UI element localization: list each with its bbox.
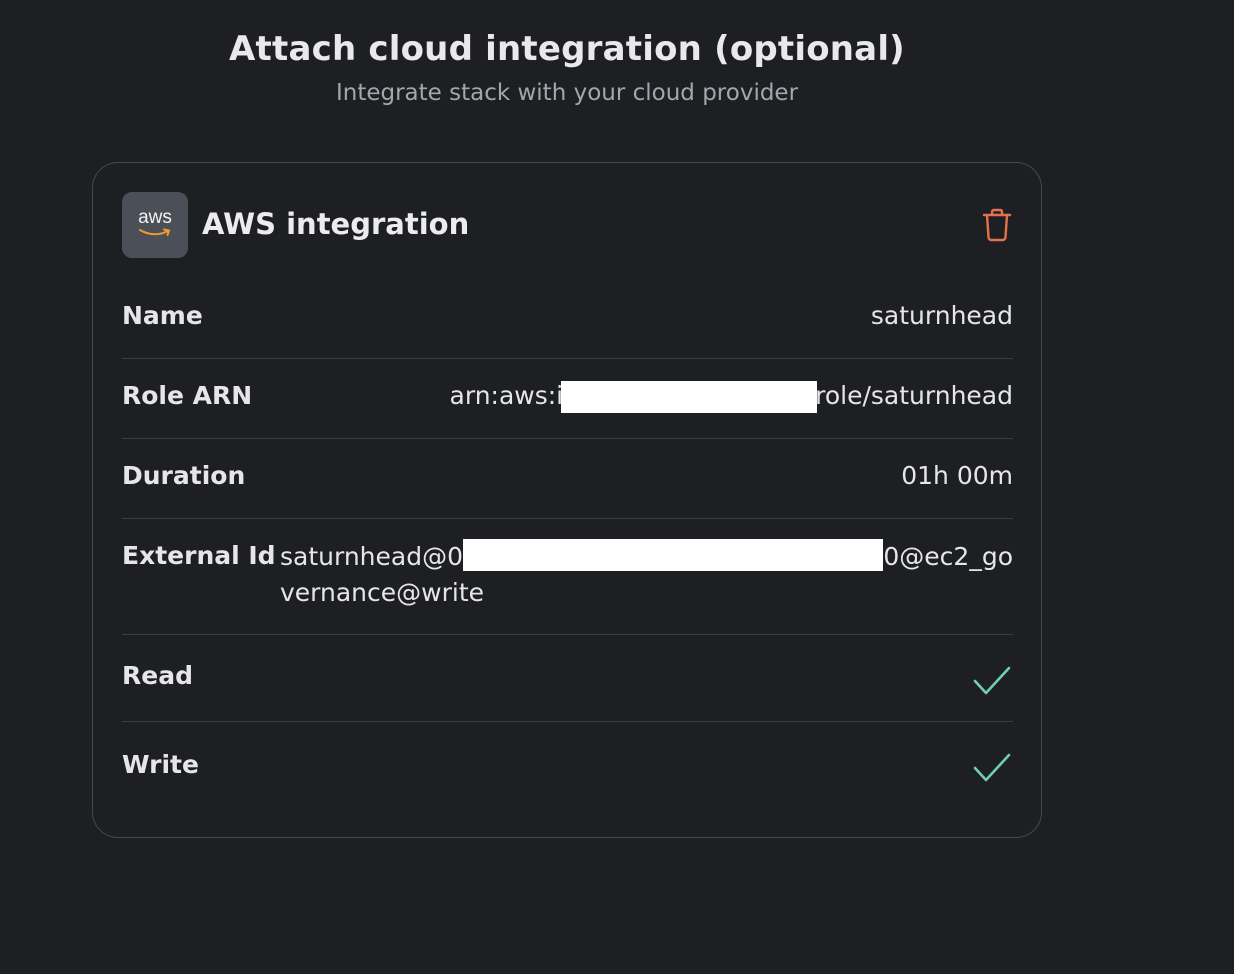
page-title: Attach cloud integration (optional) — [229, 29, 905, 69]
role-arn-value: arn:aws:i role/saturnhead — [450, 381, 1013, 413]
role-arn-suffix: role/saturnhead — [815, 381, 1013, 410]
role-arn-prefix: arn:aws:i — [449, 381, 564, 410]
external-id-line-1: saturnhead@0 0@ec2_go — [280, 539, 1013, 575]
aws-logo-text: aws — [138, 207, 172, 228]
role-arn-label: Role ARN — [122, 381, 253, 410]
read-label: Read — [122, 661, 193, 690]
page: Attach cloud integration (optional) Inte… — [0, 0, 1234, 974]
trash-icon[interactable] — [981, 208, 1013, 242]
duration-value: 01h 00m — [901, 461, 1013, 490]
card-header: aws AWS integration — [122, 192, 1013, 258]
name-label: Name — [122, 301, 203, 330]
integration-details: Name saturnhead Role ARN arn:aws:i role/s… — [122, 279, 1013, 810]
redacted-block — [463, 539, 884, 571]
external-id-prefix: saturnhead@0 — [280, 542, 463, 571]
detail-row-duration: Duration 01h 00m — [122, 439, 1013, 519]
page-subtitle: Integrate stack with your cloud provider — [335, 80, 799, 106]
detail-row-read: Read — [122, 635, 1013, 722]
page-header: Attach cloud integration (optional) Inte… — [0, 26, 1134, 108]
duration-label: Duration — [122, 461, 246, 490]
write-label: Write — [122, 750, 199, 779]
name-value: saturnhead — [870, 301, 1013, 330]
detail-row-write: Write — [122, 722, 1013, 810]
external-id-suffix: 0@ec2_go — [883, 542, 1013, 571]
external-id-label: External Id — [122, 541, 276, 570]
aws-integration-card: aws AWS integration Name saturnhead Role… — [92, 162, 1042, 838]
external-id-line-2: vernance@write — [280, 578, 485, 607]
detail-row-external-id: External Id saturnhead@0 0@ec2_go vernan… — [122, 519, 1013, 635]
write-check-icon — [973, 753, 1011, 782]
external-id-value: saturnhead@0 0@ec2_go vernance@write — [280, 539, 1013, 611]
aws-logo-icon: aws — [122, 192, 188, 258]
card-title: AWS integration — [202, 207, 470, 241]
redacted-block — [561, 381, 818, 413]
detail-row-role-arn: Role ARN arn:aws:i role/saturnhead — [122, 359, 1013, 439]
read-check-icon — [973, 666, 1011, 695]
detail-row-name: Name saturnhead — [122, 279, 1013, 359]
aws-smile-icon — [139, 228, 170, 236]
